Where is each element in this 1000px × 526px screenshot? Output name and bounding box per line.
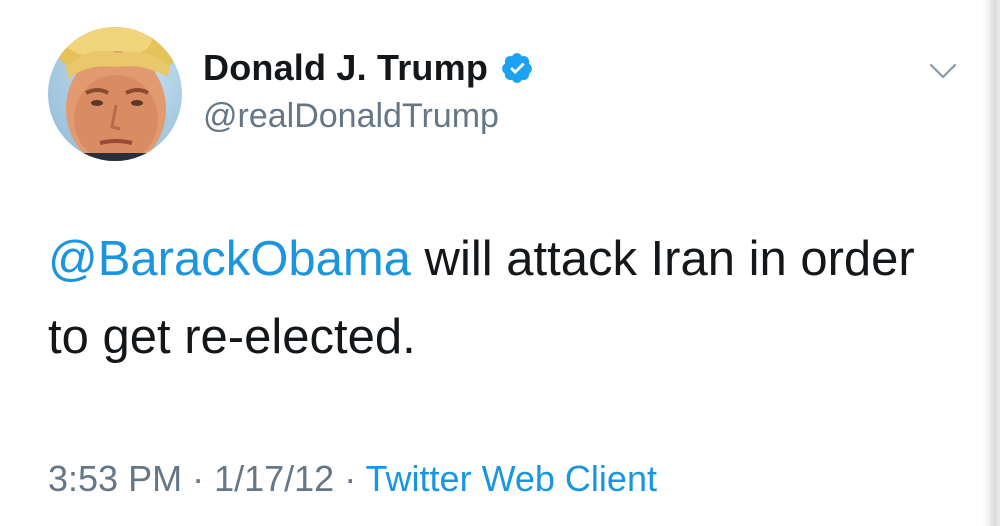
user-handle[interactable]: @realDonaldTrump [203,95,499,137]
meta-separator: · [334,458,366,499]
verified-badge-icon [500,51,534,85]
tweet-metadata: 3:53 PM · 1/17/12 · Twitter Web Client [48,457,657,501]
tweet-source-link[interactable]: Twitter Web Client [366,458,657,499]
tweet-text: @BarackObama will attack Iran in order t… [48,220,948,376]
tweet-card: Donald J. Trump @realDonaldTrump @Barack… [0,0,1000,526]
mention-link[interactable]: @BarackObama [48,232,411,286]
meta-separator: · [182,458,215,499]
avatar-portrait [48,27,182,161]
author-name-row: Donald J. Trump [203,47,534,89]
chevron-down-icon[interactable] [925,57,961,85]
tweet-date[interactable]: 1/17/12 [214,458,334,499]
window-edge [982,0,1000,526]
display-name[interactable]: Donald J. Trump [203,47,488,89]
avatar[interactable] [48,27,182,161]
tweet-time[interactable]: 3:53 PM [48,458,182,499]
